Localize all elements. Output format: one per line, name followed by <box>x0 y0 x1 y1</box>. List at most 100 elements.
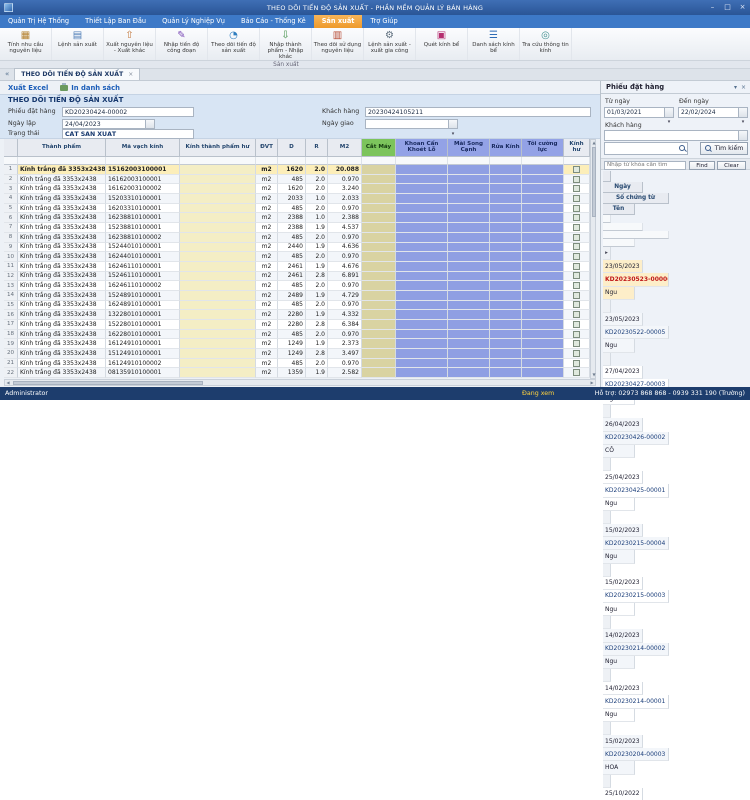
ribbon-button-import-goods[interactable]: ⇩Nhập thành phẩm - Nhập khác <box>260 28 312 60</box>
column-header-dvt[interactable]: ĐVT <box>256 139 278 157</box>
table-row[interactable]: 2Kính trắng đã 3353x243816162003100001m2… <box>4 175 590 185</box>
ribbon-button-outsourcing-order[interactable]: ⚙Lệnh sản xuất - xuất gia công <box>364 28 416 60</box>
table-row[interactable]: 10Kính trắng đã 3353x243816244010100001m… <box>4 252 590 262</box>
table-row[interactable]: 4Kính trắng đã 3353x243815203310100001m2… <box>4 194 590 204</box>
kinh-hu-checkbox[interactable] <box>573 185 580 192</box>
filter-cell[interactable] <box>106 157 180 165</box>
list-item[interactable]: 26/04/2023KD20230426-00002CÔ <box>603 405 749 458</box>
tu-ngay-dropdown-icon[interactable] <box>665 107 674 118</box>
kinh-hu-checkbox[interactable] <box>573 292 580 299</box>
find-input[interactable] <box>604 161 686 170</box>
menu-tab-4[interactable]: Báo Cáo - Thống Kê <box>233 15 314 28</box>
ribbon-button-calculator[interactable]: ▦Tính nhu cầu nguyên liệu <box>0 28 52 60</box>
side-column-header-code[interactable]: Số chứng từ <box>603 193 669 204</box>
khach-hang-dropdown-icon[interactable] <box>739 130 748 141</box>
table-row[interactable]: 16Kính trắng đã 3353x243813228010100001m… <box>4 310 590 320</box>
column-header-d[interactable]: D <box>278 139 306 157</box>
maximize-button[interactable]: □ <box>720 0 735 15</box>
table-row[interactable]: 5Kính trắng đã 3353x243816203310100001m2… <box>4 204 590 214</box>
ngay-giao-field[interactable] <box>365 119 449 129</box>
filter-cell[interactable] <box>306 157 328 165</box>
filter-cell[interactable] <box>180 157 256 165</box>
kinh-hu-checkbox[interactable] <box>573 331 580 338</box>
kinh-hu-checkbox[interactable] <box>573 360 580 367</box>
table-row[interactable]: 9Kính trắng đã 3353x243815244010100001m2… <box>4 243 590 253</box>
list-item[interactable]: 15/02/2023KD20230204-00003HOA <box>603 722 749 775</box>
menu-tab-6[interactable]: Trợ Giúp <box>362 15 405 28</box>
table-row[interactable]: 11Kính trắng đã 3353x243816246110100001m… <box>4 262 590 272</box>
kinh-hu-checkbox[interactable] <box>573 243 580 250</box>
kinh-hu-checkbox[interactable] <box>573 205 580 212</box>
side-column-header-date[interactable]: Ngày <box>603 182 643 193</box>
table-row[interactable]: 3Kính trắng đã 3353x243816162003100002m2… <box>4 184 590 194</box>
kinh-hu-checkbox[interactable] <box>573 224 580 231</box>
menu-tab-3[interactable]: Quản Lý Nghiệp Vụ <box>154 15 233 28</box>
column-header-khoan[interactable]: Khoan Cẩn Khoét Lỗ <box>396 139 448 157</box>
ngay-giao-dropdown-icon[interactable] <box>449 119 458 129</box>
table-row[interactable]: 7Kính trắng đã 3353x243815238810100001m2… <box>4 223 590 233</box>
kinh-hu-checkbox[interactable] <box>573 282 580 289</box>
kinh-hu-checkbox[interactable] <box>573 214 580 221</box>
horizontal-scrollbar[interactable]: ◀ ▶ <box>4 379 596 386</box>
table-row[interactable]: 21Kính trắng đã 3353x243816124910100002m… <box>4 359 590 369</box>
table-row[interactable]: 12Kính trắng đã 3353x243815246110100001m… <box>4 272 590 282</box>
table-row[interactable]: 20Kính trắng đã 3353x243815124910100001m… <box>4 349 590 359</box>
ribbon-button-glass-lookup[interactable]: ◎Tra cứu thông tin kính <box>520 28 572 60</box>
column-header-cat_may[interactable]: Cắt Máy <box>362 139 396 157</box>
filter-cell[interactable] <box>278 157 306 165</box>
list-item[interactable]: 25/10/2022KD20221025-00004Ngu <box>603 775 749 800</box>
tab-theo-doi-tien-do-san-xuat[interactable]: THEO DÕI TIẾN ĐỘ SẢN XUẤT × <box>14 68 140 80</box>
tab-nav-back-icon[interactable]: « <box>0 68 14 80</box>
table-row[interactable]: 17Kính trắng đã 3353x243815228010100001m… <box>4 320 590 330</box>
khach-hang-field[interactable] <box>365 107 591 117</box>
kinh-hu-checkbox[interactable] <box>573 253 580 260</box>
side-row-indicator-header[interactable] <box>603 171 611 182</box>
kinh-hu-checkbox[interactable] <box>573 263 580 270</box>
menu-tab-5[interactable]: Sản xuất <box>314 15 363 28</box>
close-button[interactable]: × <box>735 0 750 15</box>
kinh-hu-checkbox[interactable] <box>573 166 580 173</box>
table-row[interactable]: 14Kính trắng đã 3353x243815248910100001m… <box>4 291 590 301</box>
side-khach-hang-field[interactable] <box>604 130 739 141</box>
ribbon-button-broken-glass-list[interactable]: ☰Danh sách kính bể <box>468 28 520 60</box>
table-row[interactable]: 13Kính trắng đã 3353x243816246110100002m… <box>4 281 590 291</box>
list-item[interactable]: 15/02/2023KD20230215-00004Ngu <box>603 511 749 564</box>
kinh-hu-checkbox[interactable] <box>573 321 580 328</box>
ngay-lap-field[interactable] <box>62 119 146 129</box>
row-indicator-header[interactable] <box>4 139 18 157</box>
ribbon-button-material-usage[interactable]: ▥Theo dõi sử dụng nguyên liệu <box>312 28 364 60</box>
table-row[interactable]: 8Kính trắng đã 3353x243816238810100002m2… <box>4 233 590 243</box>
kinh-hu-checkbox[interactable] <box>573 272 580 279</box>
filter-cell[interactable] <box>256 157 278 165</box>
kinh-hu-checkbox[interactable] <box>573 350 580 357</box>
kinh-hu-checkbox[interactable] <box>573 195 580 202</box>
den-ngay-field[interactable] <box>678 107 739 118</box>
column-header-product[interactable]: Thành phẩm <box>18 139 106 157</box>
table-row[interactable]: 18Kính trắng đã 3353x243816228010100001m… <box>4 330 590 340</box>
column-header-barcode[interactable]: Mã vạch kính <box>106 139 180 157</box>
list-item[interactable]: ▸23/05/2023KD20230523-00006Ngu <box>603 247 749 300</box>
list-item[interactable]: 14/02/2023KD20230214-00001Ngu <box>603 669 749 722</box>
list-item[interactable]: 23/05/2023KD20230522-00005Ngu <box>603 300 749 353</box>
side-column-header-name[interactable]: Tên <box>603 204 635 215</box>
filter-cell[interactable] <box>328 157 362 165</box>
filter-cell[interactable] <box>490 157 522 165</box>
side-filter-cell[interactable] <box>603 239 635 247</box>
filter-cell[interactable] <box>522 157 564 165</box>
ribbon-button-export-materials[interactable]: ⇧Xuất nguyên liệu - Xuất khác <box>104 28 156 60</box>
minimize-button[interactable]: – <box>705 0 720 15</box>
list-item[interactable]: 14/02/2023KD20230214-00002Ngu <box>603 616 749 669</box>
table-row[interactable]: 22Kính trắng đã 3353x243808135910100001m… <box>4 368 590 378</box>
filter-cell[interactable] <box>18 157 106 165</box>
column-header-kinh_hu[interactable]: Kính hư <box>564 139 590 157</box>
vertical-scrollbar[interactable]: ▲ ▼ <box>590 139 596 379</box>
menu-tab-1[interactable]: Quản Trị Hệ Thống <box>0 15 77 28</box>
den-ngay-dropdown-icon[interactable] <box>739 107 748 118</box>
kinh-hu-checkbox[interactable] <box>573 234 580 241</box>
find-button[interactable]: Find <box>689 161 715 170</box>
column-header-mai[interactable]: Mài Song Cạnh <box>448 139 490 157</box>
pin-icon[interactable]: ▾ <box>734 84 737 91</box>
tu-ngay-field[interactable] <box>604 107 665 118</box>
export-excel-link[interactable]: Xuất Excel <box>8 84 48 92</box>
filter-cell[interactable] <box>448 157 490 165</box>
